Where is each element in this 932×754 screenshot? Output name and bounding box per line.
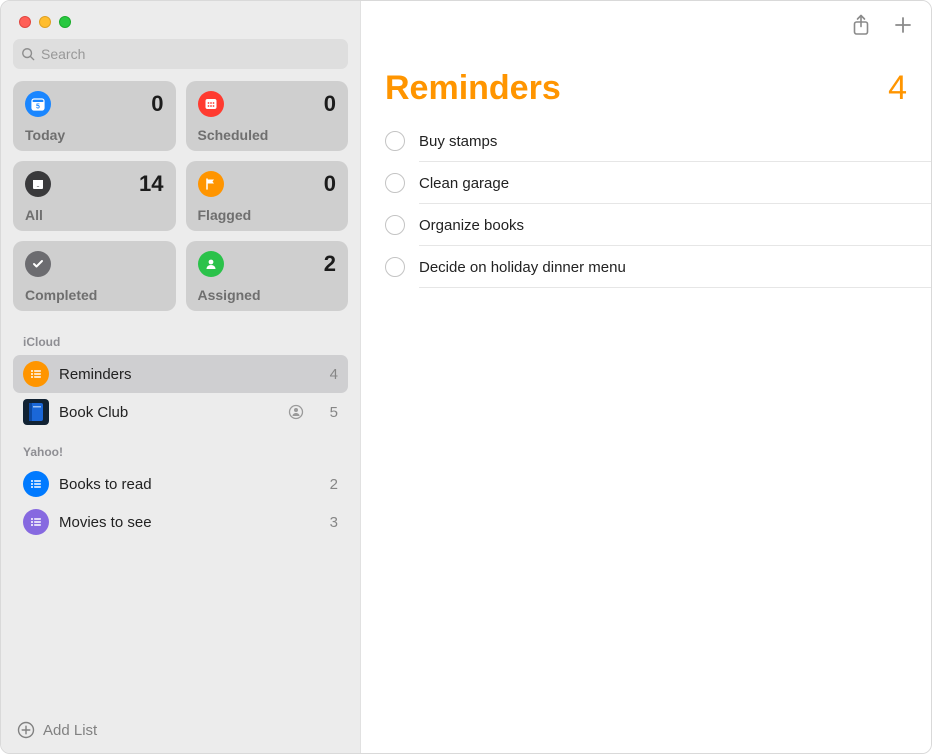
list-header: Reminders 4 [361,49,931,116]
sidebar-list-label: Books to read [59,476,308,493]
calendar-icon [198,91,224,117]
plus-icon [893,15,913,35]
list-total-count: 4 [888,69,907,108]
main-panel: Reminders 4 Buy stamps Clean garage Orga… [361,1,931,753]
smart-list-completed[interactable]: 0 Completed [13,241,176,311]
reminder-title: Decide on holiday dinner menu [419,259,626,276]
share-button[interactable] [851,14,871,36]
sidebar: 5 0 Today 0 Scheduled [1,1,361,753]
smart-list-scheduled[interactable]: 0 Scheduled [186,81,349,151]
smart-list-all-count: 14 [139,171,163,197]
sidebar-list-reminders[interactable]: Reminders 4 [13,355,348,393]
smart-list-scheduled-count: 0 [324,91,336,117]
close-window-button[interactable] [19,16,31,28]
reminder-row[interactable]: Clean garage [381,162,931,204]
reminder-title: Buy stamps [419,133,497,150]
sidebar-list-count: 2 [318,476,338,493]
svg-text:5: 5 [36,104,40,111]
toolbar [361,1,931,49]
sidebar-list-count: 4 [318,366,338,383]
checkmark-icon [25,251,51,277]
search-input[interactable] [41,46,340,62]
smart-list-assigned-count: 2 [324,251,336,277]
sidebar-list-label: Movies to see [59,514,308,531]
smart-lists-grid: 5 0 Today 0 Scheduled [1,81,360,321]
person-icon [198,251,224,277]
fullscreen-window-button[interactable] [59,16,71,28]
smart-list-flagged[interactable]: 0 Flagged [186,161,349,231]
list-bullet-icon [23,471,49,497]
reminder-row[interactable]: Organize books [381,204,931,246]
account-header: iCloud [1,321,360,355]
smart-list-scheduled-label: Scheduled [198,127,337,143]
sidebar-list-count: 3 [318,514,338,531]
complete-toggle[interactable] [385,257,405,277]
smart-list-today-label: Today [25,127,164,143]
shared-icon [288,404,304,420]
list-bullet-icon [23,509,49,535]
sidebar-list-movies-to-see[interactable]: Movies to see 3 [13,503,348,541]
tray-icon [25,171,51,197]
add-list-label: Add List [43,722,97,739]
complete-toggle[interactable] [385,173,405,193]
window-controls [1,1,360,39]
reminder-title: Organize books [419,217,524,234]
plus-circle-icon [17,721,35,739]
smart-list-completed-label: Completed [25,287,164,303]
sidebar-list-books-to-read[interactable]: Books to read 2 [13,465,348,503]
smart-list-assigned[interactable]: 2 Assigned [186,241,349,311]
reminder-items: Buy stamps Clean garage Organize books D… [361,116,931,288]
search-icon [21,47,35,61]
reminder-row[interactable]: Decide on holiday dinner menu [381,246,931,288]
add-reminder-button[interactable] [893,15,913,35]
account-header: Yahoo! [1,431,360,465]
smart-list-flagged-count: 0 [324,171,336,197]
account-lists-icloud: Reminders 4 Book Club 5 [1,355,360,431]
smart-list-today-count: 0 [151,91,163,117]
reminder-title: Clean garage [419,175,509,192]
sidebar-list-count: 5 [318,404,338,421]
account-lists-yahoo: Books to read 2 Movies to see 3 [1,465,360,541]
smart-list-flagged-label: Flagged [198,207,337,223]
minimize-window-button[interactable] [39,16,51,28]
add-list-button[interactable]: Add List [1,709,360,753]
sidebar-list-label: Book Club [59,404,278,421]
smart-list-all-label: All [25,207,164,223]
reminder-row[interactable]: Buy stamps [381,120,931,162]
list-title: Reminders [385,69,561,108]
smart-list-today[interactable]: 5 0 Today [13,81,176,151]
flag-icon [198,171,224,197]
list-bullet-icon [23,361,49,387]
sidebar-list-label: Reminders [59,366,308,383]
complete-toggle[interactable] [385,131,405,151]
smart-list-assigned-label: Assigned [198,287,337,303]
share-icon [851,14,871,36]
search-field-wrapper[interactable] [13,39,348,69]
app-window: 5 0 Today 0 Scheduled [0,0,932,754]
smart-list-all[interactable]: 14 All [13,161,176,231]
complete-toggle[interactable] [385,215,405,235]
calendar-today-icon: 5 [25,91,51,117]
book-icon [23,399,49,425]
search-container [1,39,360,81]
sidebar-list-book-club[interactable]: Book Club 5 [13,393,348,431]
